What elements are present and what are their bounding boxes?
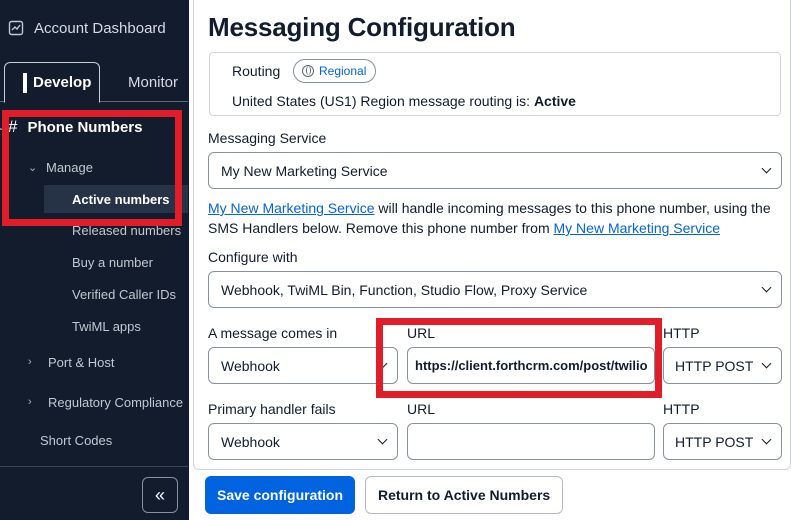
messaging-service-select[interactable]: My New Marketing Service: [208, 152, 782, 189]
sidebar-item-port-host[interactable]: › Port & Host: [28, 351, 114, 373]
sidebar-item-short-codes[interactable]: Short Codes: [40, 429, 112, 451]
tab-develop[interactable]: Develop: [4, 62, 100, 103]
sidebar-item-manage[interactable]: ⌄ Manage: [28, 156, 93, 178]
message-comes-in-label: A message comes in: [208, 325, 338, 341]
chevron-right-icon: ›: [28, 356, 32, 368]
chevron-down-icon: ⌄: [0, 122, 6, 133]
sidebar-item-label: Port & Host: [48, 354, 115, 370]
sidebar-item-label: Regulatory Compliance: [48, 394, 184, 410]
sidebar-item-buy-a-number[interactable]: Buy a number: [72, 251, 153, 273]
sidebar-item-label: Verified Caller IDs: [72, 286, 177, 302]
return-to-active-numbers-button[interactable]: Return to Active Numbers: [365, 476, 564, 514]
chevron-down-icon: [761, 358, 772, 369]
chevron-down-icon: [377, 434, 388, 445]
sidebar-item-label: Active numbers: [72, 191, 170, 207]
routing-status-value: Active: [533, 93, 576, 109]
account-dashboard-label: Account Dashboard: [34, 19, 166, 37]
select-value: HTTP POST: [675, 433, 753, 450]
tab-monitor-label: Monitor: [128, 73, 179, 91]
badge-label: Regional: [319, 64, 367, 78]
sidebar-item-label: Phone Numbers: [27, 118, 143, 136]
globe-icon: [302, 65, 314, 77]
sidebar-divider: [0, 466, 188, 467]
routing-status: United States (US1) Region message routi…: [232, 93, 576, 109]
primary-handler-fails-label: Primary handler fails: [208, 401, 336, 417]
select-value: Webhook: [221, 357, 280, 374]
chevron-down-icon: [761, 163, 772, 174]
sidebar-item-released-numbers[interactable]: Released numbers: [72, 219, 181, 241]
select-value: Webhook, TwiML Bin, Function, Studio Flo…: [221, 281, 588, 298]
sidebar-item-active-numbers[interactable]: Active numbers: [44, 185, 188, 213]
configure-with-label: Configure with: [208, 249, 298, 265]
tab-develop-label: Develop: [33, 74, 92, 91]
select-value: Webhook: [221, 433, 280, 450]
double-chevron-left-icon: «: [154, 484, 165, 505]
url-label: URL: [407, 401, 436, 417]
main-panel: Messaging Configuration Routing Regional…: [189, 0, 791, 520]
sidebar-item-label: Buy a number: [72, 254, 153, 270]
select-value: My New Marketing Service: [221, 162, 388, 179]
sidebar-item-label: TwiML apps: [72, 318, 141, 334]
account-dashboard-link[interactable]: Account Dashboard: [8, 16, 166, 40]
sidebar-tabs: Develop Monitor: [0, 62, 188, 103]
routing-box: Routing Regional United States (US1) Reg…: [209, 52, 781, 116]
message-http-method-select[interactable]: HTTP POST: [663, 347, 782, 384]
collapse-sidebar-button[interactable]: «: [142, 477, 178, 513]
page-title: Messaging Configuration: [208, 12, 516, 42]
hash-icon: #: [8, 117, 18, 136]
routing-label: Routing: [232, 63, 281, 79]
messaging-service-link[interactable]: My New Marketing Service: [208, 200, 375, 216]
fallback-type-select[interactable]: Webhook: [208, 423, 398, 460]
input-value: https://client.forthcrm.com/post/twilio: [415, 358, 648, 373]
chevron-down-icon: [761, 434, 772, 445]
url-label: URL: [407, 325, 436, 341]
routing-status-text: United States (US1) Region message routi…: [232, 93, 531, 109]
save-configuration-button[interactable]: Save configuration: [205, 476, 356, 514]
select-value: HTTP POST: [675, 357, 753, 374]
sidebar-item-twiml-apps[interactable]: TwiML apps: [72, 315, 141, 337]
message-comes-in-type-select[interactable]: Webhook: [208, 347, 398, 384]
messaging-service-label: Messaging Service: [208, 130, 327, 146]
chevron-down-icon: [761, 282, 772, 293]
configuration-card: Messaging Configuration Routing Regional…: [193, 0, 791, 470]
tab-monitor[interactable]: Monitor: [128, 62, 178, 102]
configure-with-select[interactable]: Webhook, TwiML Bin, Function, Studio Flo…: [208, 271, 782, 308]
http-label: HTTP: [663, 401, 700, 417]
chevron-right-icon: ›: [28, 396, 32, 408]
messaging-service-description: My New Marketing Service will handle inc…: [208, 198, 788, 238]
http-label: HTTP: [663, 325, 700, 341]
chevron-down-icon: [377, 358, 388, 369]
message-url-input[interactable]: https://client.forthcrm.com/post/twilio: [407, 347, 655, 384]
dashboard-icon: [8, 20, 24, 36]
sidebar-item-verified-caller-ids[interactable]: Verified Caller IDs: [72, 283, 176, 305]
fallback-url-input[interactable]: [407, 423, 655, 460]
messaging-service-link[interactable]: My New Marketing Service: [554, 220, 721, 236]
sidebar-item-phone-numbers[interactable]: # Phone Numbers: [8, 114, 143, 140]
sidebar-item-label: Short Codes: [40, 432, 113, 448]
regional-badge: Regional: [293, 59, 377, 83]
sidebar-item-label: Manage: [46, 159, 93, 175]
sidebar-item-regulatory-compliance[interactable]: › Regulatory Compliance: [28, 391, 183, 413]
chevron-down-icon: ⌄: [28, 161, 38, 174]
sidebar-item-label: Released numbers: [72, 222, 182, 238]
sidebar: Account Dashboard Develop Monitor ⌄ # Ph…: [0, 0, 188, 520]
fallback-http-method-select[interactable]: HTTP POST: [663, 423, 782, 460]
